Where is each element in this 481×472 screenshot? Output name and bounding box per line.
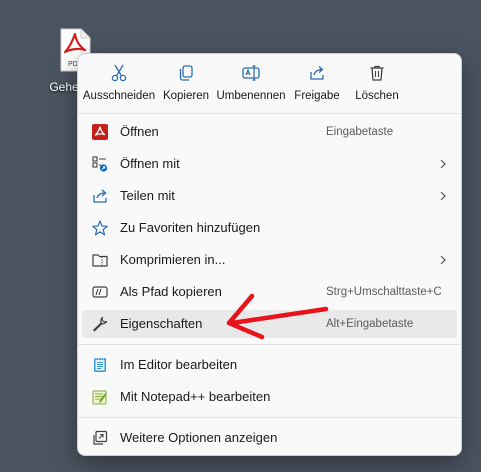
menu-item-edit-in-editor[interactable]: Im Editor bearbeiten	[82, 351, 457, 379]
menu-item-properties[interactable]: Eigenschaften Alt+Eingabetaste	[82, 310, 457, 338]
star-icon	[92, 220, 108, 236]
menu-divider-bottom	[78, 417, 461, 418]
open-shortcut: Eingabetaste	[326, 126, 394, 138]
copy-button[interactable]: Kopieren	[158, 60, 214, 108]
copy-path-shortcut: Strg+Umschalttaste+C	[326, 286, 442, 298]
rename-icon	[242, 65, 260, 81]
copy-path-label: Als Pfad kopieren	[120, 284, 222, 299]
delete-button[interactable]: Löschen	[348, 60, 406, 108]
chevron-right-icon	[440, 191, 446, 201]
rename-label: Umbenennen	[216, 90, 286, 102]
cut-button[interactable]: Ausschneiden	[80, 60, 158, 108]
menu-item-open[interactable]: Öffnen Eingabetaste	[82, 118, 457, 146]
wrench-icon	[93, 316, 108, 332]
menu-item-add-favorites[interactable]: Zu Favoriten hinzufügen	[82, 214, 457, 242]
rename-button[interactable]: Umbenennen	[214, 60, 288, 108]
share-icon	[310, 66, 324, 80]
copy-label: Kopieren	[162, 90, 210, 102]
menu-item-compress[interactable]: Komprimieren in...	[82, 246, 457, 274]
properties-label: Eigenschaften	[120, 316, 203, 331]
context-menu: Ausschneiden Kopieren Umbenennen Freigab…	[77, 53, 462, 456]
notepadplusplus-icon	[92, 390, 107, 405]
context-toolbar: Ausschneiden Kopieren Umbenennen Freigab…	[78, 54, 461, 112]
share-label: Freigabe	[294, 90, 340, 102]
delete-label: Löschen	[355, 90, 399, 102]
cut-label: Ausschneiden	[82, 90, 156, 102]
favorites-label: Zu Favoriten hinzufügen	[120, 220, 261, 235]
more-options-label: Weitere Optionen anzeigen	[120, 430, 278, 445]
scissors-icon	[111, 64, 127, 82]
menu-item-copy-as-path[interactable]: Als Pfad kopieren Strg+Umschalttaste+C	[82, 278, 457, 306]
toolbar-divider	[78, 113, 461, 114]
menu-item-share-with[interactable]: Teilen mit	[82, 182, 457, 210]
menu-divider	[78, 344, 461, 345]
share-with-label: Teilen mit	[120, 188, 175, 203]
trash-icon	[370, 65, 384, 81]
compress-label: Komprimieren in...	[120, 252, 226, 267]
open-with-label: Öffnen mit	[120, 156, 180, 171]
properties-shortcut: Alt+Eingabetaste	[326, 318, 414, 330]
menu-item-open-with[interactable]: Öffnen mit	[82, 150, 457, 178]
menu-item-more-options[interactable]: Weitere Optionen anzeigen	[82, 424, 457, 452]
notepadpp-label: Mit Notepad++ bearbeiten	[120, 389, 271, 404]
zip-folder-icon	[92, 254, 108, 267]
copy-icon	[179, 65, 193, 81]
notepad-icon	[94, 358, 106, 372]
menu-item-edit-notepadpp[interactable]: Mit Notepad++ bearbeiten	[82, 383, 457, 411]
pdf-app-icon	[92, 124, 108, 140]
share-icon	[93, 189, 107, 203]
editor-label: Im Editor bearbeiten	[120, 357, 238, 372]
copy-path-icon	[92, 286, 108, 298]
chevron-right-icon	[440, 255, 446, 265]
open-label: Öffnen	[120, 124, 159, 139]
open-with-icon	[92, 156, 108, 172]
more-options-icon	[93, 430, 108, 445]
share-button[interactable]: Freigabe	[288, 60, 346, 108]
chevron-right-icon	[440, 159, 446, 169]
